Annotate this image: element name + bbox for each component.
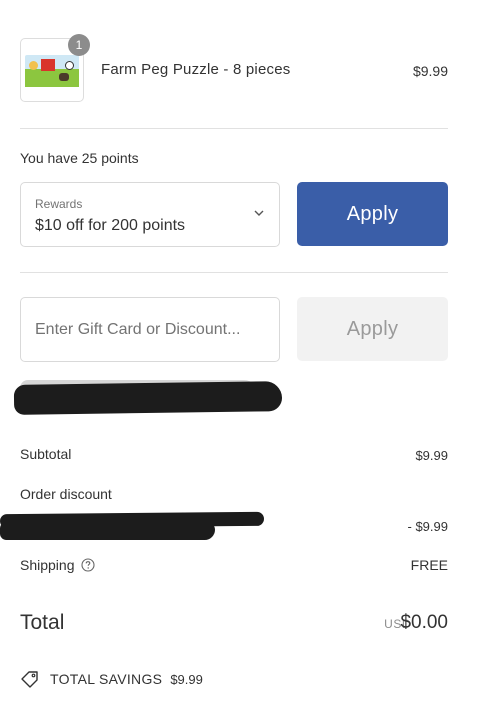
total-savings: TOTAL SAVINGS $9.99: [20, 669, 203, 689]
help-icon[interactable]: [80, 558, 95, 572]
total-label: Total: [20, 611, 65, 634]
redaction-mark: [0, 522, 215, 540]
chevron-down-icon: [254, 210, 264, 216]
quantity-badge: 1: [68, 34, 90, 56]
rewards-select-label: Rewards: [35, 197, 83, 211]
tag-icon: [21, 671, 38, 688]
redaction-mark: [13, 381, 283, 415]
subtotal-value: $9.99: [415, 448, 448, 463]
total-savings-value: $9.99: [170, 671, 203, 687]
rewards-select[interactable]: Rewards $10 off for 200 points: [20, 182, 280, 247]
order-discount-label: Order discount: [20, 486, 112, 502]
apply-rewards-button[interactable]: Apply: [297, 182, 448, 246]
order-discount-value: - $9.99: [407, 519, 448, 534]
shipping-row-label: Shipping: [20, 557, 95, 573]
shipping-label: Shipping: [20, 557, 75, 573]
points-balance: You have 25 points: [20, 150, 139, 166]
total-value: $0.00: [400, 612, 448, 633]
divider: [20, 272, 448, 273]
divider: [20, 128, 448, 129]
apply-gift-card-button[interactable]: Apply: [297, 297, 448, 361]
total-savings-label: TOTAL SAVINGS: [50, 671, 163, 687]
rewards-select-value: $10 off for 200 points: [35, 217, 186, 234]
product-name: Farm Peg Puzzle - 8 pieces: [101, 61, 291, 78]
shipping-value: FREE: [410, 557, 448, 573]
product-price: $9.99: [412, 63, 448, 79]
gift-card-input[interactable]: [20, 297, 280, 362]
subtotal-label: Subtotal: [20, 446, 72, 462]
